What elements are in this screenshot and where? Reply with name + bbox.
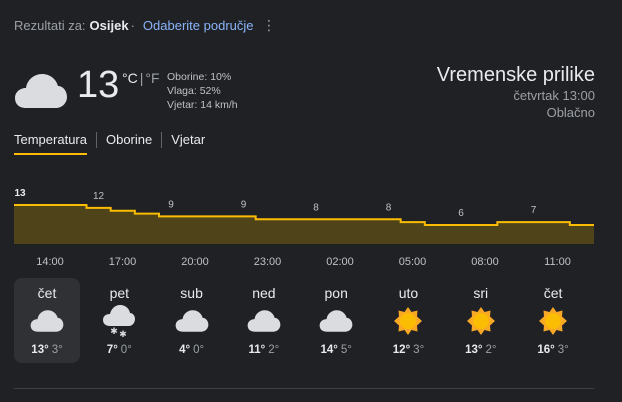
day-card[interactable]: sub 4° 0°: [159, 278, 225, 363]
day-name: pon: [324, 285, 348, 301]
unit-divider: |: [139, 70, 144, 86]
temperature-area: [14, 205, 594, 244]
cloud-snow-icon: ✱ ✱: [86, 305, 152, 338]
unit-switch: °C | °F: [122, 70, 160, 86]
day-low: 2°: [268, 344, 280, 356]
svg-text:✱: ✱: [111, 326, 119, 336]
day-high: 11°: [248, 344, 266, 356]
cloud-icon: [303, 305, 369, 337]
tab-temperature[interactable]: Temperatura: [14, 132, 87, 155]
results-prefix: Rezultati za:: [14, 18, 86, 33]
day-high: 13°: [465, 344, 483, 356]
sun-icon: [448, 305, 514, 337]
svg-text:✱: ✱: [120, 329, 128, 338]
time-tick-label: 11:00: [544, 256, 571, 268]
day-temps: 14° 5°: [303, 344, 369, 356]
day-card[interactable]: uto 12° 3°: [375, 278, 441, 363]
time-tick-label: 20:00: [181, 256, 209, 268]
tab-wind[interactable]: Vjetar: [171, 132, 205, 155]
day-high: 4°: [179, 344, 191, 356]
day-name: pet: [109, 285, 130, 301]
day-name: čet: [543, 285, 563, 301]
time-axis: 14:00 17:00 20:00 23:00 02:00 05:00 08:00 11:00: [14, 256, 594, 272]
chart-value-label: 7: [531, 205, 537, 216]
day-low: 2°: [485, 344, 497, 356]
day-high: 7°: [106, 344, 118, 356]
day-temps: 4° 0°: [159, 344, 225, 356]
time-tick-label: 17:00: [108, 256, 137, 268]
unit-celsius[interactable]: °C: [122, 70, 138, 86]
wind-text: Vjetar: 14 km/h: [167, 99, 238, 112]
search-header: Rezultati za: Osijek · Odaberite područj…: [14, 18, 254, 33]
day-name: čet: [37, 285, 57, 301]
time-tick-label: 08:00: [471, 256, 499, 268]
day-low: 3°: [557, 344, 569, 356]
chart-value-label: 9: [241, 199, 247, 210]
chart-value-label: 12: [93, 191, 105, 202]
weather-condition: Oblačno: [546, 105, 595, 120]
location-name: Osijek: [89, 18, 129, 33]
day-name: ned: [252, 285, 276, 301]
day-temps: 7° 0°: [86, 344, 152, 356]
day-card[interactable]: čet 13° 3°: [14, 278, 80, 363]
day-name: sub: [180, 285, 203, 301]
day-low: 0°: [193, 344, 205, 356]
day-low: 3°: [51, 344, 63, 356]
day-temps: 16° 3°: [520, 344, 586, 356]
day-card[interactable]: ned 11° 2°: [231, 278, 297, 363]
day-name: uto: [398, 285, 419, 301]
weather-details: Oborine: 10% Vlaga: 52% Vjetar: 14 km/h: [167, 70, 238, 113]
chart-tabs: Temperatura Oborine Vjetar: [14, 132, 205, 155]
humidity-text: Vlaga: 52%: [167, 85, 221, 98]
time-tick-label: 23:00: [253, 256, 282, 268]
header-separator: ·: [130, 18, 135, 33]
sun-icon: [520, 305, 586, 337]
change-area-link[interactable]: Odaberite područje: [143, 18, 254, 33]
day-low: 3°: [413, 344, 425, 356]
tab-divider: [95, 132, 97, 148]
sun-icon: [375, 305, 441, 337]
chart-value-label: 8: [313, 202, 319, 213]
day-temps: 13° 2°: [448, 344, 514, 356]
time-tick-label: 14:00: [36, 256, 64, 268]
tab-divider: [161, 132, 163, 148]
time-tick-label: 05:00: [398, 256, 427, 268]
day-temps: 13° 3°: [14, 344, 80, 356]
day-card[interactable]: pet ✱ ✱ 7° 0°: [86, 278, 152, 363]
day-high: 16°: [537, 344, 555, 356]
weather-title: Vremenske prilike: [436, 64, 595, 86]
day-high: 14°: [320, 344, 338, 356]
day-card[interactable]: sri 13° 2°: [448, 278, 514, 363]
current-temperature: 13: [77, 64, 120, 106]
weather-summary: Vremenske prilike četvrtak 13:00 Oblačno: [437, 63, 595, 121]
day-low: 0°: [120, 344, 132, 356]
weather-datetime: četvrtak 13:00: [513, 88, 595, 103]
day-card[interactable]: pon 14° 5°: [303, 278, 369, 363]
time-tick-label: 02:00: [326, 256, 354, 268]
tab-precipitation[interactable]: Oborine: [106, 132, 152, 155]
cloud-icon: [14, 305, 80, 337]
cloud-icon: [159, 305, 225, 337]
daily-forecast: čet 13° 3° pet ✱ ✱ 7° 0° sub 4° 0° ned 11° 2° pon 14° 5°…: [14, 278, 592, 363]
day-low: 5°: [340, 344, 352, 356]
temperature-chart: 13 12 9 9 8 8 6 7: [14, 188, 594, 244]
chart-value-label: 13: [14, 188, 26, 199]
day-name: sri: [473, 285, 489, 301]
chart-value-label: 9: [168, 199, 174, 210]
day-temps: 12° 3°: [375, 344, 441, 356]
chart-value-label: 6: [458, 208, 464, 219]
more-options-icon[interactable]: ⋮: [262, 17, 276, 34]
cloud-icon: [14, 72, 68, 115]
day-high: 13°: [31, 344, 49, 356]
divider: [14, 388, 594, 389]
day-temps: 11° 2°: [231, 344, 297, 356]
day-high: 12°: [392, 344, 411, 356]
cloud-icon: [231, 305, 297, 337]
chart-value-label: 8: [386, 202, 392, 213]
precipitation-text: Oborine: 10%: [167, 71, 232, 83]
day-card[interactable]: čet 16° 3°: [520, 278, 586, 363]
unit-fahrenheit[interactable]: °F: [145, 70, 159, 86]
